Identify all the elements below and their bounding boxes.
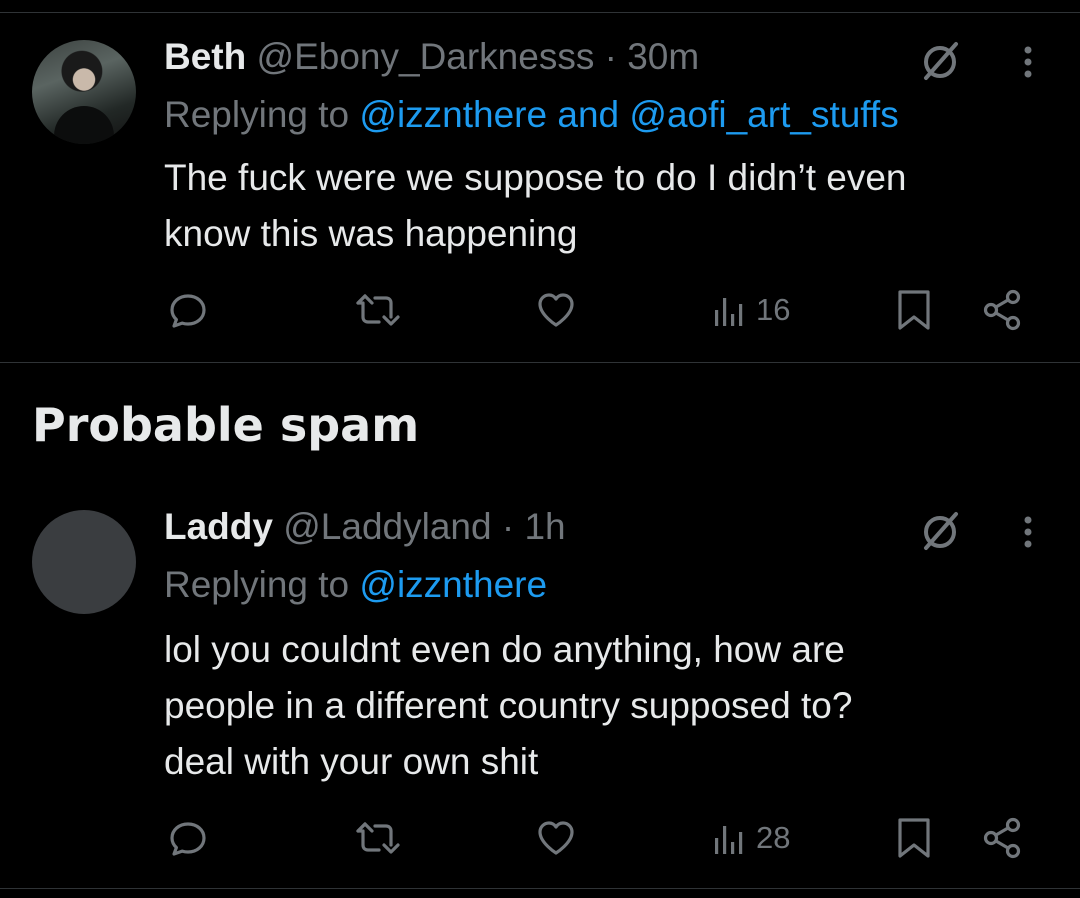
mention-joiner: and	[547, 94, 630, 135]
share-icon	[983, 817, 1021, 859]
heart-icon	[538, 293, 574, 327]
display-name[interactable]: Beth	[164, 36, 246, 77]
separator-dot: ·	[501, 506, 515, 547]
retweet-icon	[356, 822, 400, 854]
replying-to: Replying to @izznthere and @aofi_art_stu…	[164, 92, 899, 138]
share-button[interactable]	[980, 814, 1024, 862]
tweet-text-line: The fuck were we suppose to do I didn’t …	[164, 157, 907, 198]
user-handle[interactable]: @Laddyland	[283, 506, 491, 547]
bookmark-button[interactable]	[894, 814, 934, 862]
like-button[interactable]	[534, 814, 578, 862]
reply-button[interactable]	[166, 814, 210, 862]
retweet-button[interactable]	[354, 814, 400, 862]
tweet-text: lol you couldnt even do anything, how ar…	[164, 622, 1044, 790]
divider	[0, 362, 1080, 363]
share-icon	[983, 289, 1021, 331]
timestamp[interactable]: 1h	[524, 506, 565, 547]
mention-link[interactable]: @izznthere	[359, 94, 547, 135]
views-bar-chart-icon	[715, 298, 743, 326]
tweet-text-line: people in a different country supposed t…	[164, 685, 853, 726]
reply-icon	[170, 822, 206, 856]
grok-slash-icon[interactable]	[916, 38, 964, 86]
tweet-text-line: deal with your own shit	[164, 741, 539, 782]
tweet-header: Laddy @Laddyland · 1h	[164, 504, 566, 550]
heart-icon	[538, 821, 574, 855]
section-title-probable-spam: Probable spam	[32, 398, 420, 452]
views-button[interactable]: 16	[712, 286, 790, 334]
replying-to-label: Replying to	[164, 564, 360, 605]
share-button[interactable]	[980, 286, 1024, 334]
tweet-text-line: know this was happening	[164, 213, 578, 254]
display-name[interactable]: Laddy	[164, 506, 273, 547]
timestamp[interactable]: 30m	[627, 36, 699, 77]
views-button[interactable]: 28	[712, 814, 790, 862]
tweet-actions: 16	[0, 286, 1080, 334]
separator-dot: ·	[604, 36, 617, 77]
view-count: 16	[756, 292, 791, 327]
like-button[interactable]	[534, 286, 578, 334]
reply-icon	[170, 294, 206, 328]
avatar[interactable]	[32, 510, 136, 614]
retweet-icon	[356, 294, 400, 326]
mention-link[interactable]: @aofi_art_stuffs	[629, 94, 898, 135]
reply-button[interactable]	[166, 286, 210, 334]
grok-slash-icon[interactable]	[916, 508, 964, 556]
views-bar-chart-icon	[715, 826, 743, 854]
tweet-actions: 28	[0, 814, 1080, 862]
tweet-text: The fuck were we suppose to do I didn’t …	[164, 150, 1044, 262]
user-handle[interactable]: @Ebony_Darknesss	[257, 36, 595, 77]
mention-link[interactable]: @izznthere	[359, 564, 547, 605]
replying-to: Replying to @izznthere	[164, 562, 547, 608]
avatar[interactable]	[32, 40, 136, 144]
retweet-button[interactable]	[354, 286, 400, 334]
bookmark-icon	[898, 290, 930, 330]
tweet-header: Beth @Ebony_Darknesss · 30m	[164, 34, 699, 80]
view-count: 28	[756, 820, 791, 855]
bookmark-button[interactable]	[894, 286, 934, 334]
replying-to-label: Replying to	[164, 94, 360, 135]
tweet-text-line: lol you couldnt even do anything, how ar…	[164, 629, 845, 670]
more-vertical-icon[interactable]	[1008, 508, 1048, 556]
bookmark-icon	[898, 818, 930, 858]
more-vertical-icon[interactable]	[1008, 38, 1048, 86]
top-divider	[0, 12, 1080, 13]
bottom-divider	[0, 888, 1080, 889]
